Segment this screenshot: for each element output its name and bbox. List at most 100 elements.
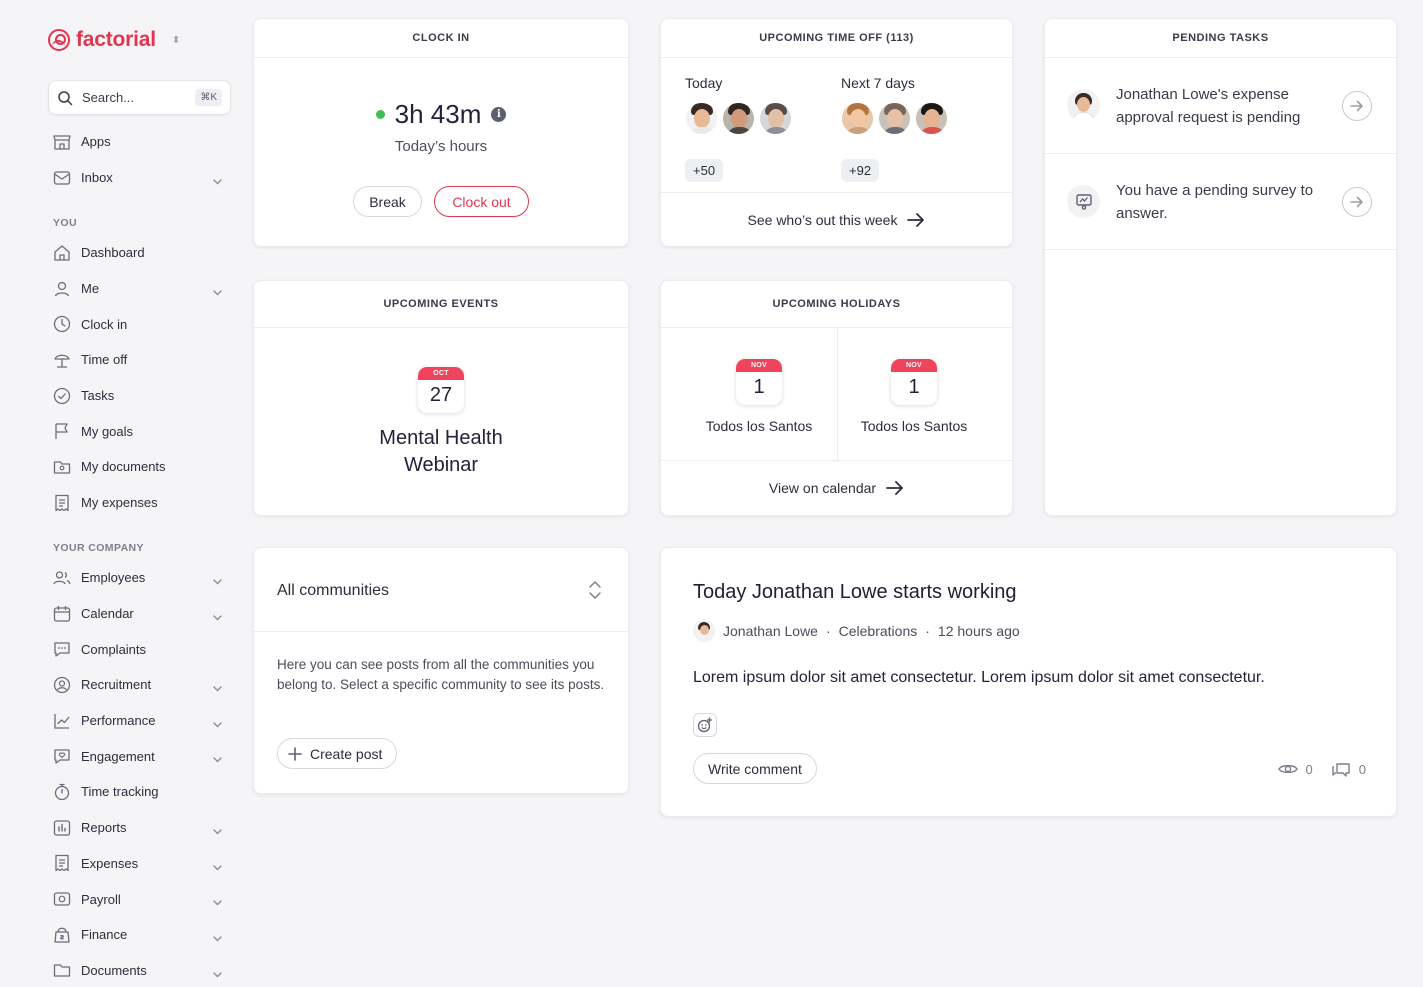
chevron-down-icon[interactable] — [213, 716, 222, 731]
post-title[interactable]: Today Jonathan Lowe starts working — [693, 581, 1017, 604]
sidebar-item-employees[interactable]: Employees — [52, 560, 232, 596]
arrow-right-icon — [886, 481, 903, 495]
holiday-name: Todos los Santos — [860, 418, 968, 434]
users-icon — [52, 568, 72, 588]
community-selector[interactable]: All communities — [254, 548, 628, 632]
sidebar-item-recruitment[interactable]: Recruitment — [52, 667, 232, 703]
sidebar-item-payroll[interactable]: Payroll — [52, 881, 232, 917]
sidebar-item-clock-in[interactable]: Clock in — [52, 306, 232, 342]
chevron-down-icon[interactable] — [213, 966, 222, 981]
chart-icon — [52, 711, 72, 731]
task-item[interactable]: You have a pending survey to answer. — [1045, 155, 1396, 250]
arrow-right-icon — [907, 212, 925, 227]
sidebar-item-my-documents[interactable]: My documents — [52, 449, 232, 485]
chevron-down-icon[interactable] — [213, 823, 222, 838]
sidebar-item-calendar[interactable]: Calendar — [52, 596, 232, 632]
search-shortcut: ⌘K — [195, 89, 222, 106]
sidebar-item-tasks[interactable]: Tasks — [52, 378, 232, 414]
sidebar-item-performance[interactable]: Performance — [52, 703, 232, 739]
check-circle-icon — [52, 386, 72, 406]
calendar-icon — [52, 604, 72, 624]
next-days-more-badge[interactable]: +92 — [841, 159, 880, 182]
chevron-down-icon[interactable] — [213, 609, 222, 624]
sidebar-item-label: Inbox — [81, 170, 113, 186]
workspace-switch-icon[interactable]: ⬍ — [172, 35, 180, 46]
view-on-calendar-link[interactable]: View on calendar — [661, 460, 1012, 515]
search-placeholder: Search... — [82, 90, 135, 105]
see-whos-out-link[interactable]: See who’s out this week — [661, 192, 1012, 246]
sidebar-item-complaints[interactable]: Complaints — [52, 631, 232, 667]
sidebar-item-time-tracking[interactable]: Time tracking — [52, 774, 232, 810]
avatar — [878, 102, 911, 135]
today-more-badge[interactable]: +50 — [685, 159, 724, 182]
clock-in-card: CLOCK IN 3h 43m i Today’s hours Break Cl… — [253, 18, 629, 247]
sidebar-item-finance[interactable]: Finance — [52, 917, 232, 953]
factorial-logo-icon — [48, 29, 70, 51]
clock-out-button[interactable]: Clock out — [434, 186, 529, 217]
sidebar-item-label: Documents — [81, 962, 147, 978]
sidebar-item-engagement[interactable]: Engagement — [52, 738, 232, 774]
clock-subtitle: Today’s hours — [394, 138, 488, 155]
break-button[interactable]: Break — [353, 186, 422, 217]
sidebar-item-label: My expenses — [81, 495, 158, 511]
next-days-avatars[interactable] — [841, 102, 948, 135]
sidebar-item-label: Reports — [81, 820, 127, 836]
chevron-down-icon[interactable] — [213, 930, 222, 945]
chevron-down-icon[interactable] — [213, 573, 222, 588]
post-category[interactable]: Celebrations — [839, 623, 918, 639]
upcoming-events-title: UPCOMING EVENTS — [254, 281, 628, 328]
chevron-down-icon[interactable] — [213, 894, 222, 909]
write-comment-button[interactable]: Write comment — [693, 753, 817, 784]
chevron-down-icon[interactable] — [213, 859, 222, 874]
avatar — [722, 102, 755, 135]
post-author[interactable]: Jonathan Lowe — [723, 623, 818, 639]
avatar[interactable] — [693, 620, 715, 642]
sidebar-item-time-off[interactable]: Time off — [52, 342, 232, 378]
recruit-icon — [52, 675, 72, 695]
sidebar-item-expenses[interactable]: Expenses — [52, 846, 232, 882]
arrow-right-circle-icon[interactable] — [1342, 187, 1372, 217]
avatar — [759, 102, 792, 135]
sidebar-item-me[interactable]: Me — [52, 271, 232, 307]
add-reaction-button[interactable] — [693, 713, 717, 737]
holiday-month: NOV — [736, 359, 782, 372]
sidebar-item-dashboard[interactable]: Dashboard — [52, 235, 232, 271]
sidebar-item-label: Calendar — [81, 606, 134, 622]
sidebar-item-label: Engagement — [81, 748, 155, 764]
event-name[interactable]: Mental Health Webinar — [254, 425, 628, 479]
info-icon[interactable]: i — [491, 107, 507, 122]
sidebar-item-label: Time tracking — [81, 784, 159, 800]
sidebar-item-documents[interactable]: Documents — [52, 953, 232, 987]
comments-count: 0 — [1358, 761, 1366, 777]
communities-description: Here you can see posts from all the comm… — [277, 657, 605, 692]
divider — [837, 328, 838, 462]
avatar — [1067, 89, 1100, 122]
today-avatars[interactable] — [685, 102, 792, 135]
brand-logo[interactable]: factorial ⬍ — [48, 28, 180, 52]
task-item[interactable]: Jonathan Lowe's expense approval request… — [1045, 59, 1396, 154]
section-you: YOU — [53, 217, 77, 229]
task-text: Jonathan Lowe's expense approval request… — [1116, 86, 1301, 126]
clock-icon — [52, 314, 72, 334]
chevron-down-icon[interactable] — [213, 751, 222, 766]
chevron-down-icon[interactable] — [213, 284, 222, 299]
sidebar-item-label: Me — [81, 281, 100, 297]
sidebar-item-label: Clock in — [81, 316, 128, 332]
upcoming-holidays-title: UPCOMING HOLIDAYS — [661, 281, 1012, 328]
create-post-button[interactable]: Create post — [277, 738, 398, 769]
arrow-right-circle-icon[interactable] — [1342, 91, 1372, 121]
sidebar-item-my-expenses[interactable]: My expenses — [52, 485, 232, 521]
chevron-down-icon[interactable] — [213, 680, 222, 695]
sidebar-item-apps[interactable]: Apps — [52, 124, 232, 160]
sidebar-item-my-goals[interactable]: My goals — [52, 413, 232, 449]
calendar-date-icon: OCT 27 — [418, 367, 464, 413]
search-input[interactable]: Search... ⌘K — [48, 80, 231, 115]
sidebar-item-inbox[interactable]: Inbox — [52, 160, 232, 196]
calendar-date-icon: NOV 1 — [736, 359, 782, 405]
plus-icon — [288, 746, 302, 761]
today-label: Today — [685, 75, 723, 91]
chevron-down-icon[interactable] — [213, 173, 222, 188]
view-on-calendar-label: View on calendar — [768, 480, 877, 496]
sidebar-item-reports[interactable]: Reports — [52, 810, 232, 846]
clock-time-value: 3h 43m — [394, 99, 482, 129]
